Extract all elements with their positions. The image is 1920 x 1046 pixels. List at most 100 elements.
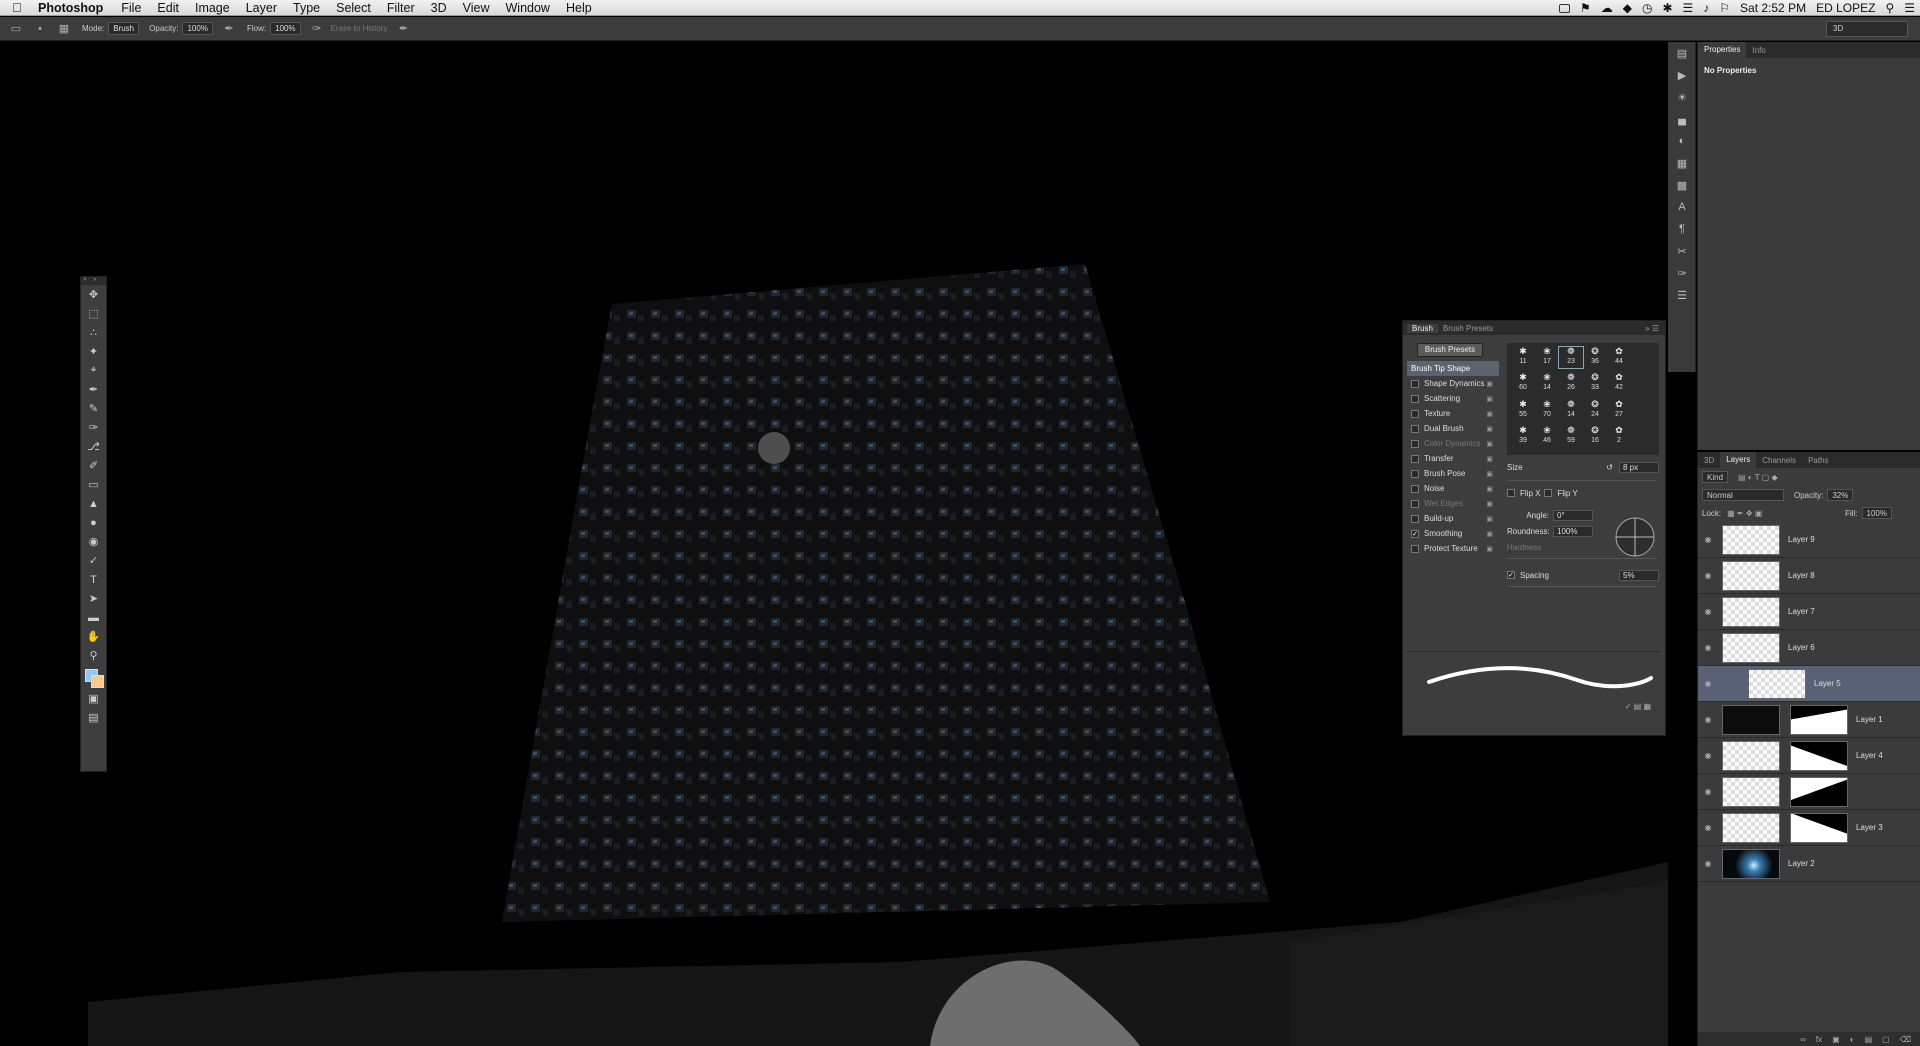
layer-thumbnail[interactable] — [1722, 812, 1780, 843]
layer-row[interactable]: ◉ Layer 2 — [1698, 846, 1920, 882]
dropbox-icon[interactable]: ◆ — [1623, 1, 1632, 15]
layer-row[interactable]: ◉ Layer 5 — [1698, 666, 1920, 702]
layer-filter-icons[interactable]: ▤ ◐ T ▢ ◆ — [1738, 473, 1778, 482]
brush-option-checkbox[interactable] — [1411, 454, 1419, 463]
brush-panel-footer-icons[interactable]: ✓ ▤ ▦ — [1625, 702, 1651, 711]
new-group-icon[interactable]: ▤ — [1865, 1035, 1873, 1044]
character-icon[interactable]: A — [1668, 196, 1696, 218]
lock-icon[interactable]: ▣ — [1486, 545, 1493, 553]
menu-image[interactable]: Image — [187, 1, 238, 15]
workspace-select[interactable]: 3D — [1826, 21, 1908, 37]
paragraph-icon[interactable]: ¶ — [1668, 218, 1696, 240]
brush-option-checkbox[interactable]: ✓ — [1411, 529, 1419, 538]
visibility-eye-icon[interactable]: ◉ — [1698, 787, 1718, 796]
layer-thumbnail[interactable] — [1722, 848, 1780, 879]
volume-icon[interactable]: ♪ — [1703, 1, 1709, 15]
spotlight-icon[interactable]: ⚲ — [1885, 1, 1894, 15]
pressure-size-icon[interactable]: ✒ — [395, 21, 411, 37]
layer-row[interactable]: ◉ Layer 1 — [1698, 702, 1920, 738]
brush-tip[interactable]: ✿ 44 — [1607, 347, 1631, 368]
brush-option[interactable]: Transfer ▣ — [1407, 451, 1499, 466]
layer-mask-thumbnail[interactable] — [1790, 740, 1848, 771]
move-tool-icon[interactable]: ✥ — [81, 285, 106, 304]
brush-option[interactable]: Scattering ▣ — [1407, 391, 1499, 406]
type-tool-icon[interactable]: T — [81, 570, 106, 589]
eyedropper-tool-icon[interactable]: ✒ — [81, 380, 106, 399]
brush-option[interactable]: Noise ▣ — [1407, 481, 1499, 496]
tools-panel-header[interactable]: × » — [81, 277, 106, 285]
blur-tool-icon[interactable]: ● — [81, 513, 106, 532]
menu-edit[interactable]: Edit — [149, 1, 187, 15]
color-icon[interactable]: ◐ — [1668, 130, 1696, 152]
brush-option[interactable]: Brush Pose ▣ — [1407, 466, 1499, 481]
lock-icon[interactable]: ▣ — [1486, 440, 1493, 448]
layer-mask-thumbnail[interactable] — [1790, 776, 1848, 807]
erase-to-history-checkbox[interactable]: Erase to History — [331, 24, 388, 33]
layer-row[interactable]: ◉ Layer 6 — [1698, 630, 1920, 666]
tab-channels[interactable]: Channels — [1756, 456, 1802, 465]
brush-tip[interactable]: ✱ 60 — [1511, 373, 1535, 394]
roundness-field[interactable]: 100% — [1553, 525, 1593, 537]
brush-option-checkbox[interactable] — [1411, 394, 1419, 403]
brush-panel-toggle-icon[interactable]: ▦ — [56, 21, 72, 37]
brush-tip[interactable]: ✱ 11 — [1511, 347, 1535, 368]
brush-tip[interactable]: ❁ 23 — [1558, 346, 1584, 369]
crop-tool-icon[interactable]: ⌖ — [81, 361, 106, 380]
brush-tip[interactable]: ❁ 59 — [1559, 425, 1583, 447]
clock[interactable]: Sat 2:52 PM — [1740, 1, 1806, 15]
brush-tip[interactable]: ❂ 36 — [1583, 347, 1607, 368]
flip-y-checkbox[interactable]: Flip Y — [1540, 486, 1578, 501]
angle-field[interactable]: 0° — [1553, 509, 1593, 521]
airbrush-icon[interactable]: ✑ — [309, 21, 325, 37]
tool-presets-icon[interactable]: ✂ — [1668, 240, 1696, 262]
layer-name[interactable]: Layer 7 — [1788, 607, 1815, 616]
tab-info[interactable]: Info — [1746, 46, 1771, 55]
brush-option-checkbox[interactable] — [1411, 514, 1419, 523]
brush-tip[interactable]: ✿ 2 — [1607, 425, 1631, 447]
brush-tip[interactable]: ❀ 14 — [1535, 373, 1559, 394]
brush-tip[interactable]: ❁ 26 — [1559, 373, 1583, 394]
wifi-icon[interactable]: ☰ — [1683, 1, 1694, 15]
layer-name[interactable]: Layer 1 — [1856, 715, 1883, 724]
eraser-tool-icon[interactable]: ▭ — [81, 475, 106, 494]
color-swatches[interactable] — [85, 669, 105, 689]
brush-panel-icon[interactable]: ✑ — [1668, 262, 1696, 284]
add-mask-icon[interactable]: ▣ — [1832, 1035, 1840, 1044]
layer-mask-thumbnail[interactable] — [1790, 704, 1848, 735]
notification-icon[interactable]: ☰ — [1904, 1, 1915, 15]
panel-menu-icon[interactable]: » ☰ — [1645, 324, 1659, 333]
tab-paths[interactable]: Paths — [1802, 456, 1834, 465]
hand-tool-icon[interactable]: ✋ — [81, 627, 106, 646]
brush-option-checkbox[interactable] — [1411, 409, 1419, 418]
visibility-eye-icon[interactable]: ◉ — [1698, 607, 1718, 616]
blend-mode-select[interactable]: Normal — [1702, 489, 1784, 501]
visibility-eye-icon[interactable]: ◉ — [1698, 679, 1718, 688]
layer-row[interactable]: ◉ Layer 4 — [1698, 738, 1920, 774]
brush-tip[interactable]: ✱ 55 — [1511, 399, 1535, 421]
visibility-eye-icon[interactable]: ◉ — [1698, 571, 1718, 580]
layer-thumbnail[interactable] — [1722, 704, 1780, 735]
marquee-tool-icon[interactable]: ⬚ — [81, 304, 106, 323]
visibility-eye-icon[interactable]: ◉ — [1698, 715, 1718, 724]
brush-option-checkbox[interactable] — [1411, 544, 1419, 553]
menu-window[interactable]: Window — [498, 1, 558, 15]
lock-icon[interactable]: ▣ — [1486, 425, 1493, 433]
brush-option[interactable]: Brush Tip Shape — [1407, 361, 1499, 376]
brush-tip[interactable]: ❀ 70 — [1535, 399, 1559, 421]
brush-option-checkbox[interactable] — [1411, 484, 1419, 493]
brush-option[interactable]: Color Dynamics ▣ — [1407, 436, 1499, 451]
brush-tip[interactable]: ❂ 33 — [1583, 373, 1607, 394]
cloud-icon[interactable]: ☁ — [1601, 1, 1613, 15]
opacity-field[interactable]: 100% — [182, 22, 213, 35]
menu-filter[interactable]: Filter — [379, 1, 423, 15]
spacing-checkbox[interactable]: ✓ Spacing — [1507, 568, 1549, 583]
brush-option-checkbox[interactable] — [1411, 469, 1419, 478]
healing-brush-tool-icon[interactable]: ✎ — [81, 399, 106, 418]
brush-tip[interactable]: ✿ 42 — [1607, 373, 1631, 394]
brush-option-checkbox[interactable] — [1411, 499, 1419, 508]
screen-mode-icon[interactable]: ▤ — [81, 708, 106, 727]
rectangle-tool-icon[interactable]: ▬ — [81, 608, 106, 627]
layer-name[interactable]: Layer 6 — [1788, 643, 1815, 652]
brush-tip[interactable]: ❀ 17 — [1535, 347, 1559, 368]
lock-icon[interactable]: ▣ — [1486, 455, 1493, 463]
